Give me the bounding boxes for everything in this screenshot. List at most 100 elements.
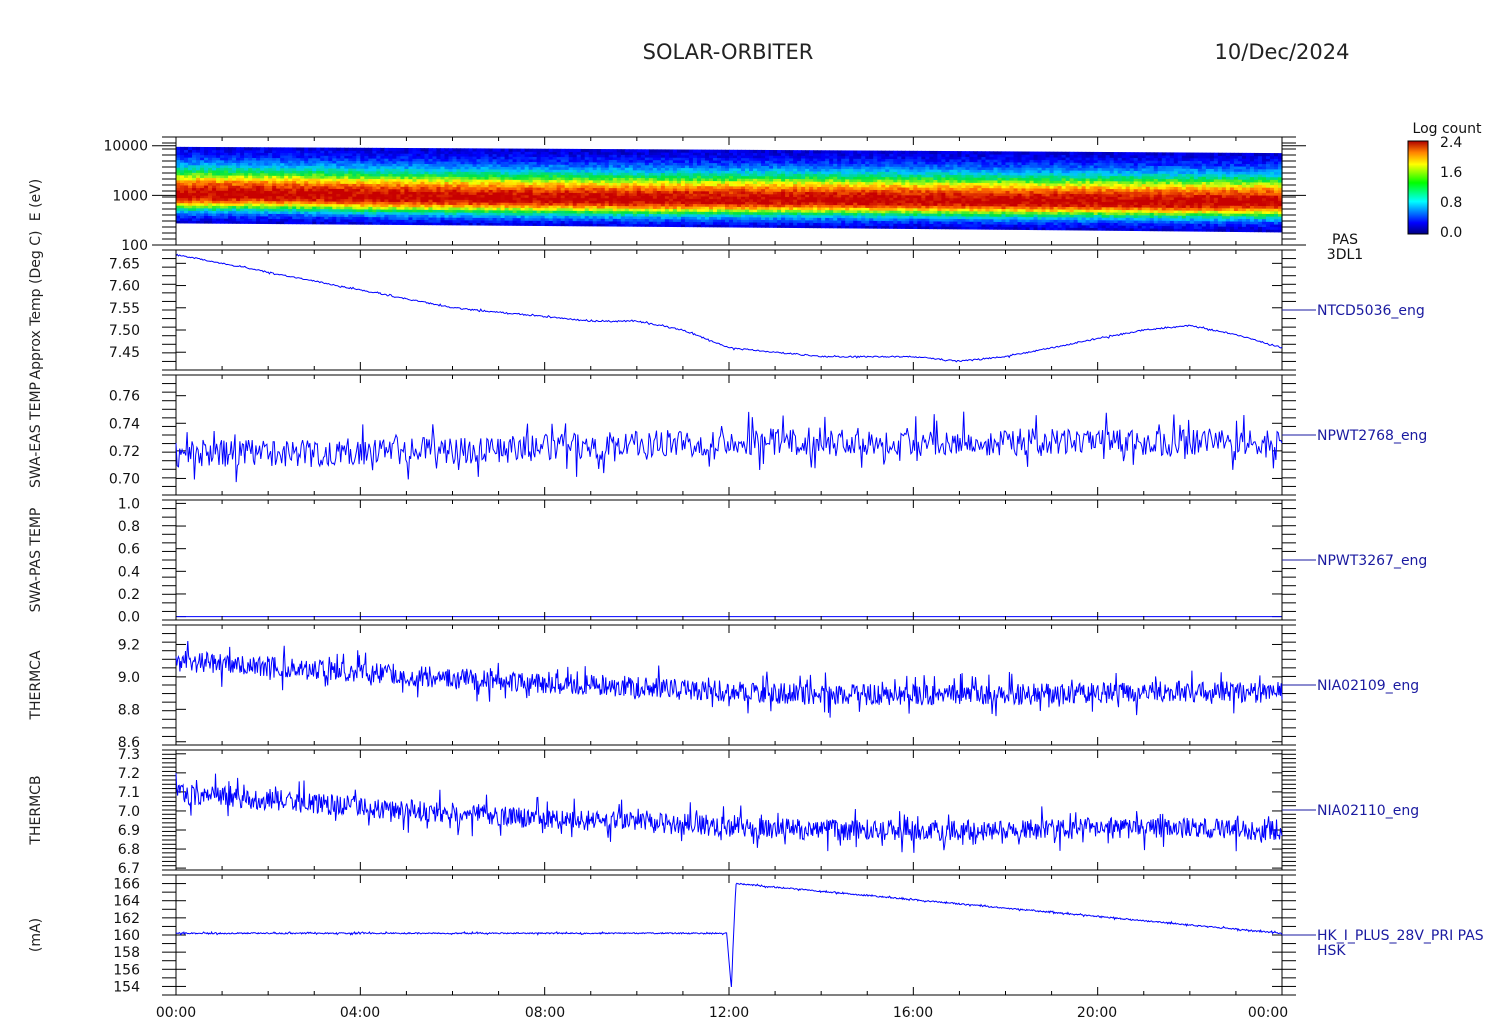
- spectrogram-cell: [688, 149, 694, 153]
- colorbar: Log count 2.4 1.6 0.8 0.0: [1407, 121, 1482, 241]
- spectrogram-cell: [312, 147, 317, 151]
- spectrogram-cell: [220, 147, 225, 151]
- spectrogram-cell: [600, 149, 606, 153]
- spectrogram-cell: [324, 147, 329, 151]
- spectrogram-cell: [544, 148, 550, 152]
- plot-canvas: SOLAR-ORBITER 10/Dec/2024 Log count 2.4 …: [28, 40, 1484, 1020]
- spectrogram-cell: [320, 147, 325, 151]
- spectrogram-cell: [512, 148, 518, 152]
- spectrogram-cell: [340, 147, 345, 151]
- spectrogram-cell: [636, 149, 642, 153]
- spectrogram-cell: [180, 146, 185, 151]
- spectrogram-cell: [596, 149, 602, 153]
- spectrogram-cell: [813, 150, 818, 154]
- spectrogram-cell: [668, 149, 674, 153]
- spectrogram-cell: [769, 149, 774, 154]
- spectrogram-cell: [724, 149, 730, 153]
- panels: 100001000100 PAS3DL17.657.607.557.507.45N…: [103, 136, 1484, 996]
- spectrogram-cell: [284, 147, 289, 151]
- spectrogram-cell: [708, 149, 714, 153]
- spectrogram-cell: [757, 149, 762, 154]
- spectrogram-cell: [304, 147, 309, 151]
- spectrogram-cell: [572, 148, 578, 153]
- spectrogram-cell: [753, 149, 758, 154]
- spectrogram-cell: [624, 149, 630, 153]
- spectrogram-cell: [272, 147, 277, 151]
- spectrogram-cell: [564, 148, 570, 153]
- spectrogram-cell: [392, 147, 397, 152]
- spectrogram-cell: [660, 149, 666, 153]
- colorbar-gradient: [1407, 140, 1429, 235]
- spectrogram-cell: [781, 150, 786, 154]
- spectrogram-cell: [680, 149, 686, 153]
- spectrogram-cell: [656, 149, 662, 153]
- spectrogram-cell: [741, 149, 746, 154]
- spectrogram-cell: [300, 147, 305, 151]
- spectrogram-cell: [360, 147, 365, 151]
- spectrogram-cell: [268, 147, 273, 151]
- spectrogram-cell: [384, 147, 389, 152]
- spectrogram-cell: [428, 148, 434, 152]
- spectrogram-cell: [364, 147, 369, 151]
- spectrogram-cell: [336, 147, 341, 151]
- spectrogram-cell: [833, 150, 838, 154]
- spectrogram-cell: [532, 148, 538, 152]
- spectrogram-cell: [328, 147, 333, 151]
- spectrogram-cell: [712, 149, 718, 153]
- spectrogram-cell: [809, 150, 814, 154]
- spectrogram-cell: [472, 148, 478, 152]
- spectrogram-cell: [288, 147, 293, 151]
- spectrogram-cell: [232, 147, 237, 151]
- spectrogram-cell: [548, 148, 554, 152]
- spectrogram-cell: [524, 148, 530, 152]
- spectrogram-cell: [296, 147, 301, 151]
- spectrogram-cell: [620, 149, 626, 153]
- spectrogram-cell: [352, 147, 357, 151]
- spectrogram-cell: [468, 148, 474, 152]
- spectrogram-cell: [248, 147, 253, 151]
- spectrogram-cell: [416, 148, 422, 152]
- spectrogram-cell: [280, 147, 285, 151]
- spectrogram-cell: [484, 148, 490, 152]
- spectrogram-cell: [356, 147, 361, 151]
- spectrogram-cell: [692, 149, 698, 153]
- spectrogram-cell: [348, 147, 353, 151]
- spectrogram-cell: [825, 150, 830, 154]
- spectrogram-cell: [576, 148, 582, 153]
- spectrogram-cell: [616, 149, 622, 153]
- spectrogram-cell: [396, 147, 402, 152]
- spectrogram-cell: [440, 148, 446, 152]
- spectrogram-cell: [456, 148, 462, 152]
- spectrogram-cell: [448, 148, 454, 152]
- spectrogram-cell: [388, 147, 393, 152]
- spectrogram-cell: [745, 149, 750, 154]
- spectrogram-cell: [777, 150, 782, 154]
- spectrogram-cell: [380, 147, 385, 152]
- spectrogram-cell: [404, 148, 410, 152]
- spectrogram-cell: [480, 148, 486, 152]
- spectrogram-cell: [372, 147, 377, 151]
- spectrogram-cell: [676, 149, 682, 153]
- spectrogram-cell: [761, 149, 766, 154]
- spectrogram-cell: [652, 149, 658, 153]
- spectrogram-cell: [376, 147, 381, 152]
- spectrogram-cell: [612, 149, 618, 153]
- spectrogram-cell: [560, 148, 566, 152]
- spectrogram-cell: [368, 147, 373, 151]
- spectrogram-cell: [684, 149, 690, 153]
- spectrogram-cell: [584, 148, 590, 153]
- spectrogram-cell: [424, 148, 430, 152]
- spectrogram-cell: [308, 147, 313, 151]
- spectrogram-cell: [436, 148, 442, 152]
- spectrogram-cell: [500, 148, 506, 152]
- spectrogram-cell: [632, 149, 638, 153]
- spectrogram-cell: [536, 148, 542, 152]
- spectrogram-cell: [236, 147, 241, 151]
- spectrogram-cell: [244, 147, 249, 151]
- spectrogram-cell: [400, 147, 406, 152]
- spectrogram-cell: [508, 148, 514, 152]
- spectrogram-cell: [720, 149, 726, 153]
- spectrogram-cell: [496, 148, 502, 152]
- spectrogram-cell: [408, 148, 414, 152]
- spectrogram-cell: [188, 146, 193, 151]
